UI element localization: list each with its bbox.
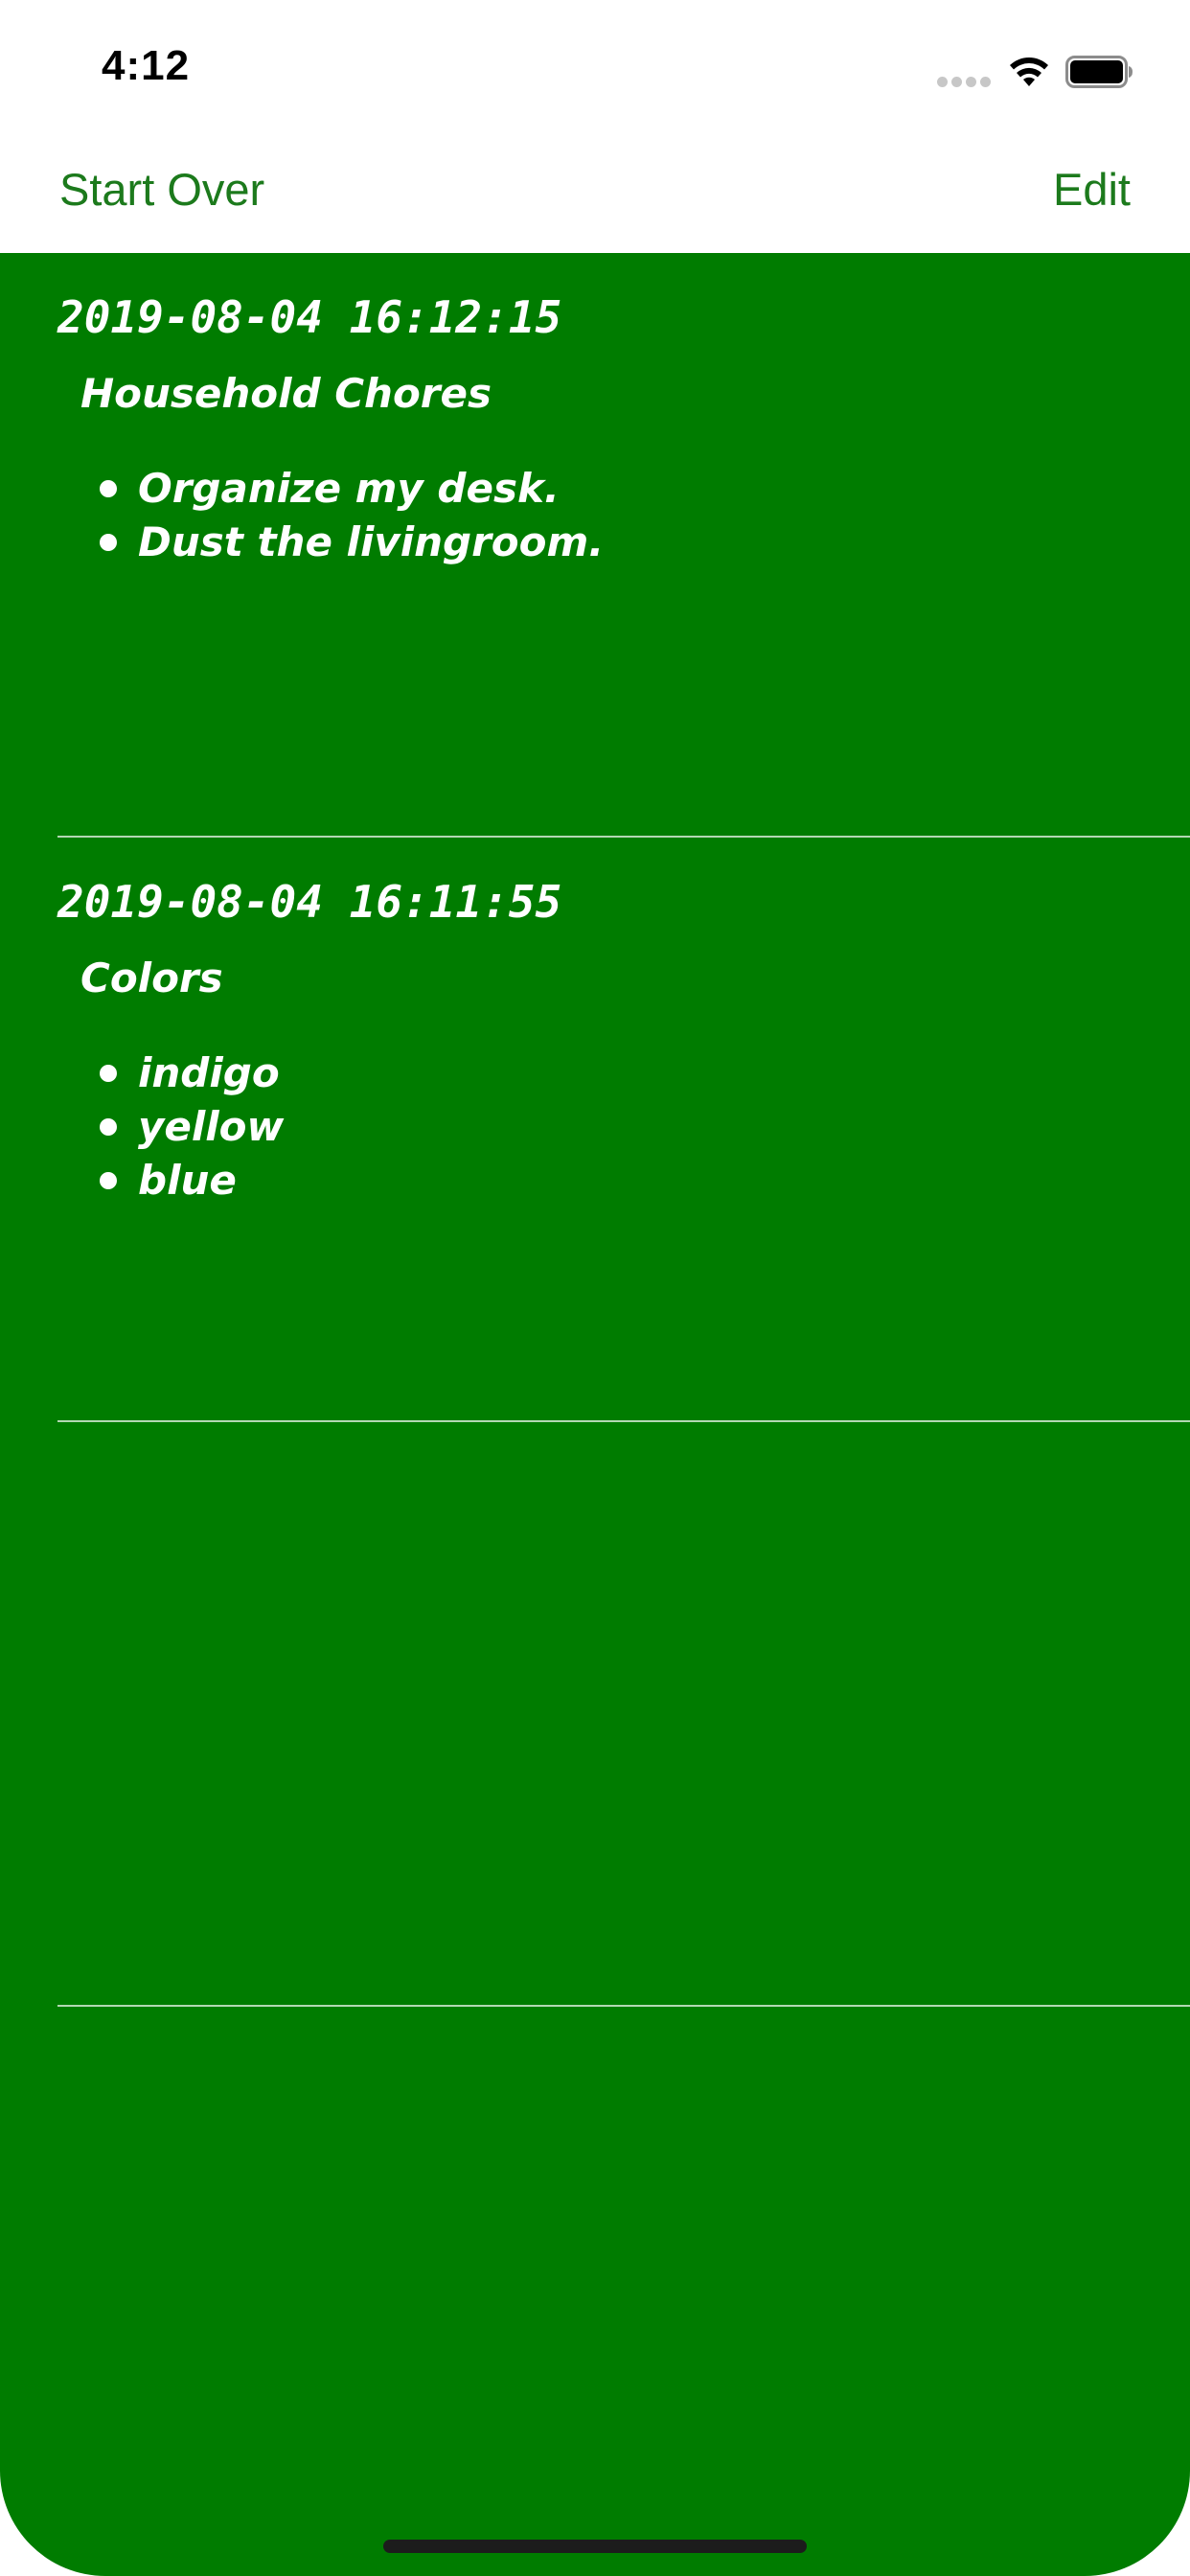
start-over-button[interactable]: Start Over [59,163,264,216]
edit-button[interactable]: Edit [1053,163,1131,216]
note-date: 2019-08-04 16:12:15 [57,291,562,343]
bullet-icon [100,1065,117,1082]
battery-icon [1065,56,1133,88]
list-item: Organize my desk. [100,462,604,516]
note-cell[interactable]: 2019-08-04 16:11:55 Colors indigo yellow… [0,838,1190,1422]
cell-separator [57,2005,1190,2007]
note-items: indigo yellow blue [100,1046,284,1208]
wifi-icon [1010,58,1048,86]
notes-list[interactable]: 2019-08-04 16:12:15 Household Chores Org… [0,253,1190,2576]
note-items: Organize my desk. Dust the livingroom. [100,462,604,569]
list-item-text: blue [138,1157,237,1204]
list-item-text: Organize my desk. [138,465,560,512]
note-title: Colors [80,954,223,1001]
status-time: 4:12 [102,42,191,89]
empty-cell [0,1422,1190,2007]
note-cell[interactable]: 2019-08-04 16:12:15 Household Chores Org… [0,253,1190,838]
screen: 4:12 Start Over Edit 2019-08-04 16:12:15… [0,0,1190,2576]
bullet-icon [100,1172,117,1189]
navigation-bar: Start Over Edit [0,134,1190,253]
list-item: indigo [100,1046,284,1100]
bullet-icon [100,480,117,497]
list-item: blue [100,1154,284,1208]
list-item-text: Dust the livingroom. [138,518,605,565]
status-bar: 4:12 [0,0,1190,134]
list-item: Dust the livingroom. [100,516,604,569]
bullet-icon [100,534,117,551]
home-indicator[interactable] [383,2540,807,2553]
bullet-icon [100,1118,117,1136]
list-item-text: indigo [138,1049,280,1096]
list-item-text: yellow [138,1103,285,1150]
note-date: 2019-08-04 16:11:55 [57,876,562,928]
signal-dots-icon [937,77,991,87]
list-item: yellow [100,1100,284,1154]
note-title: Household Chores [80,370,492,417]
